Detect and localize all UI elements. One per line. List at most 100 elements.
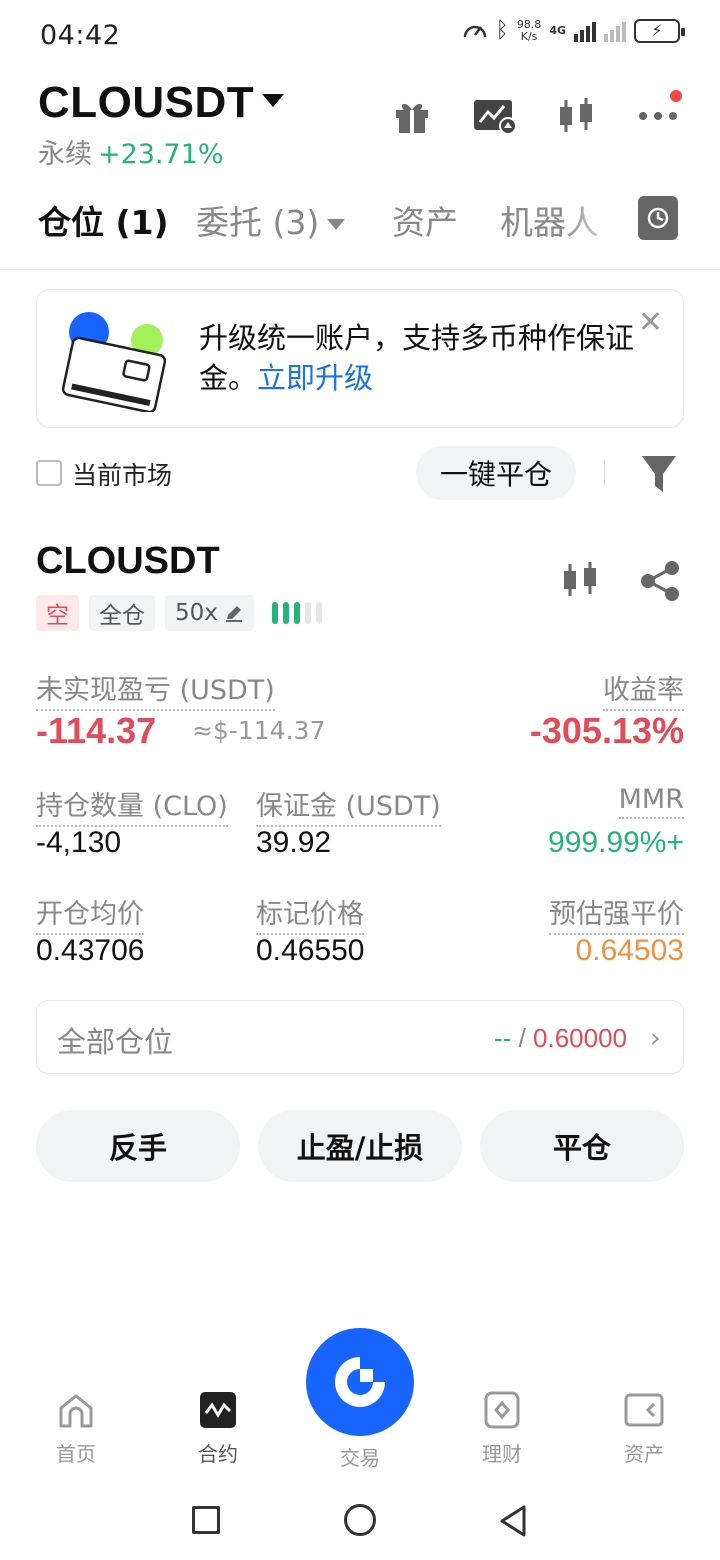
- system-nav: [0, 1490, 720, 1560]
- recents-button[interactable]: [192, 1506, 220, 1534]
- contract-subline: 永续 +23.71%: [38, 132, 224, 171]
- nav-earn[interactable]: 理财: [452, 1390, 552, 1467]
- wallet-illustration-icon: [61, 312, 167, 412]
- more-icon[interactable]: [636, 90, 682, 138]
- risk-bar: [271, 602, 278, 624]
- futures-icon: [198, 1390, 238, 1430]
- current-market-checkbox[interactable]: [36, 460, 62, 486]
- all-positions-sep: /: [511, 1023, 534, 1053]
- risk-level-bars: [271, 602, 322, 624]
- signal-icon: [574, 20, 596, 42]
- unrealized-pnl-value: -114.37: [36, 710, 157, 751]
- status-bar: 04:42 ᛒ 98.8 K/s 4G ⚡: [0, 0, 720, 72]
- back-icon[interactable]: [498, 1504, 528, 1538]
- unrealized-pnl-usd: ≈$-114.37: [192, 716, 326, 745]
- position-size-label[interactable]: 持仓数量 (CLO): [36, 784, 228, 827]
- roi-label[interactable]: 收益率: [603, 668, 684, 711]
- notification-dot: [670, 90, 682, 102]
- header-actions: [390, 90, 682, 138]
- filter-icon[interactable]: [640, 452, 678, 496]
- all-positions-label: 全部仓位: [57, 1025, 174, 1059]
- tab-fade: [560, 194, 630, 244]
- divider: [604, 460, 605, 486]
- risk-bar: [304, 602, 311, 624]
- mmr-value: 999.99%+: [548, 826, 684, 859]
- close-icon[interactable]: ✕: [638, 308, 663, 338]
- candlestick-icon[interactable]: [554, 94, 598, 138]
- net-speed: 98.8 K/s: [516, 17, 542, 43]
- liq-price-value: 0.64503: [575, 934, 684, 967]
- position-size-value: -4,130: [36, 826, 122, 859]
- symbol-selector[interactable]: CLOUSDT: [38, 78, 254, 128]
- risk-bar: [282, 602, 289, 624]
- speedometer-icon: [463, 25, 486, 37]
- liq-price-label[interactable]: 预估强平价: [549, 892, 684, 935]
- gift-icon[interactable]: [390, 94, 434, 138]
- caret-down-icon[interactable]: [262, 94, 284, 107]
- wallet-icon: [624, 1390, 664, 1430]
- all-positions-right: 0.60000: [533, 1023, 627, 1053]
- order-history-icon[interactable]: [638, 196, 678, 240]
- position-actions: [560, 560, 680, 602]
- risk-bar: [293, 602, 300, 624]
- chevron-right-icon: ›: [649, 1021, 661, 1054]
- roi-value: -305.13%: [529, 710, 684, 751]
- all-positions-value: -- / 0.60000: [494, 1023, 627, 1054]
- margin-value: 39.92: [256, 826, 332, 859]
- header: CLOUSDT 永续 +23.71%: [0, 72, 720, 172]
- close-position-button[interactable]: 平仓: [480, 1110, 684, 1182]
- share-icon[interactable]: [640, 560, 680, 602]
- nav-trade-label: 交易: [340, 1446, 380, 1470]
- reverse-button[interactable]: 反手: [36, 1110, 240, 1182]
- leverage-tag[interactable]: 50x: [165, 595, 254, 631]
- mmr-label[interactable]: MMR: [618, 784, 684, 819]
- all-positions-left: --: [494, 1023, 512, 1053]
- bluetooth-icon: ᛒ: [495, 18, 509, 43]
- entry-price-value: 0.43706: [36, 934, 145, 967]
- filter-row: 当前市场 一键平仓: [36, 446, 684, 502]
- position-symbol[interactable]: CLOUSDT: [36, 540, 220, 583]
- close-all-button[interactable]: 一键平仓: [416, 446, 576, 500]
- unrealized-pnl-label[interactable]: 未实现盈亏 (USDT): [36, 668, 275, 711]
- contract-type: 永续: [38, 139, 92, 170]
- mark-price-value: 0.46550: [256, 934, 365, 967]
- edit-icon: [225, 606, 242, 622]
- side-tag: 空: [36, 595, 79, 631]
- margin-mode-tag: 全仓: [89, 595, 155, 631]
- upgrade-link[interactable]: 立即升级: [257, 361, 373, 395]
- battery-icon: ⚡: [634, 18, 685, 43]
- chart-settings-icon[interactable]: [472, 94, 516, 138]
- margin-label[interactable]: 保证金 (USDT): [256, 784, 441, 827]
- home-icon: [56, 1390, 96, 1430]
- network-type: 4G: [549, 24, 566, 37]
- nav-assets-label: 资产: [624, 1442, 664, 1466]
- nav-assets[interactable]: 资产: [594, 1390, 694, 1467]
- leverage-value: 50x: [175, 600, 218, 626]
- nav-home[interactable]: 首页: [26, 1390, 126, 1467]
- signal-2-icon: [604, 20, 626, 42]
- trade-button[interactable]: [306, 1328, 414, 1436]
- change-percent: +23.71%: [98, 139, 224, 170]
- nav-futures-label: 合约: [198, 1442, 238, 1466]
- current-market-label[interactable]: 当前市场: [72, 456, 172, 492]
- caret-down-icon: [327, 219, 346, 230]
- nav-futures[interactable]: 合约: [168, 1390, 268, 1467]
- banner-message: 升级统一账户，支持多币种作保证金。立即升级: [199, 318, 639, 398]
- candlestick-icon[interactable]: [560, 560, 600, 600]
- position-tabs: 仓位 (1) 委托 (3) 资产 机器人: [0, 184, 720, 270]
- status-time: 04:42: [40, 20, 121, 51]
- earn-icon: [482, 1390, 522, 1430]
- nav-earn-label: 理财: [482, 1442, 522, 1466]
- entry-price-label[interactable]: 开仓均价: [36, 892, 144, 935]
- tab-assets[interactable]: 资产: [392, 196, 458, 244]
- risk-bar: [315, 602, 322, 624]
- tp-sl-button[interactable]: 止盈/止损: [258, 1110, 462, 1182]
- home-button[interactable]: [344, 1504, 376, 1536]
- all-positions-row[interactable]: 全部仓位 -- / 0.60000 ›: [36, 1000, 684, 1074]
- position-action-buttons: 反手 止盈/止损 平仓: [36, 1110, 684, 1182]
- mark-price-label[interactable]: 标记价格: [256, 892, 364, 935]
- tab-orders[interactable]: 委托 (3): [196, 196, 346, 244]
- trade-logo-icon: [335, 1357, 385, 1407]
- position-tags: 空 全仓 50x: [36, 595, 322, 631]
- tab-positions[interactable]: 仓位 (1): [38, 196, 169, 244]
